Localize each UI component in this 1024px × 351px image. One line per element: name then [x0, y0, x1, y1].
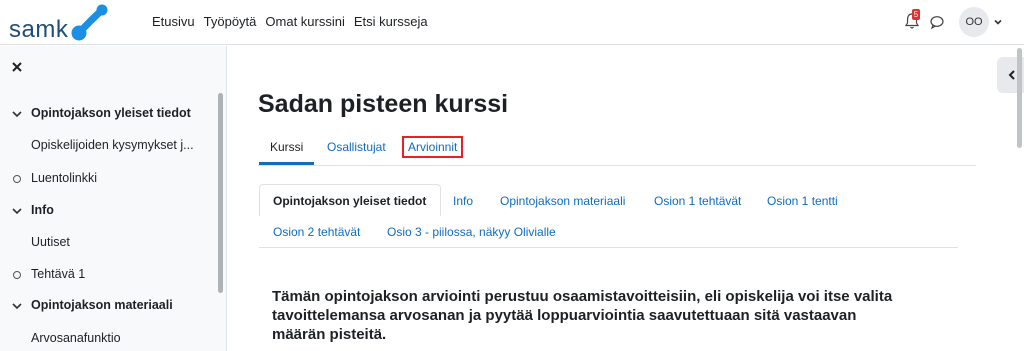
page-scrollbar[interactable] [1017, 48, 1022, 148]
drawer-item-kysymykset[interactable]: Opiskelijoiden kysymykset j... [0, 138, 194, 152]
tab-osion-1-tehtavat[interactable]: Osion 1 tehtävät [654, 194, 741, 208]
chevron-down-icon[interactable] [11, 206, 23, 216]
logo-text: samk [9, 16, 69, 43]
drawer-scrollbar[interactable] [218, 93, 223, 293]
tab-info[interactable]: Info [453, 194, 473, 208]
tab-osion-2-tehtavat[interactable]: Osion 2 tehtävät [273, 225, 360, 239]
drawer-item-arvosanafunktio[interactable]: Arvosanafunktio [0, 331, 121, 345]
course-summary-text: Tämän opintojakson arviointi perustuu os… [272, 288, 893, 343]
chevron-down-icon[interactable] [11, 109, 23, 119]
drawer-item-label: Arvosanafunktio [31, 331, 121, 345]
page-title: Sadan pisteen kurssi [258, 90, 509, 118]
secondary-navigation: Kurssi Osallistujat Arvioinnit [258, 130, 976, 166]
site-logo[interactable]: samk [9, 2, 114, 43]
circle-icon [13, 174, 21, 183]
nav-link-omat-kurssini[interactable]: Omat kurssini [265, 14, 344, 29]
drawer-section-info[interactable]: Info [0, 203, 54, 217]
drawer-section-materiaali[interactable]: Opintojakson materiaali [0, 298, 173, 312]
user-avatar[interactable]: OO [959, 7, 989, 37]
tab-osion-1-tentti[interactable]: Osion 1 tentti [767, 194, 838, 208]
course-index-drawer: Opintojakson yleiset tiedot Opiskelijoid… [0, 46, 227, 351]
drawer-item-label: Opintojakson yleiset tiedot [31, 106, 191, 120]
close-icon[interactable] [11, 61, 23, 73]
notification-count-badge: 5 [912, 9, 920, 20]
drawer-item-label: Opintojakson materiaali [31, 298, 173, 312]
drawer-item-label: Info [31, 203, 54, 217]
nav-link-etusivu[interactable]: Etusivu [152, 14, 195, 29]
tab-materiaali[interactable]: Opintojakson materiaali [500, 194, 625, 208]
drawer-item-luentolinkki[interactable]: Luentolinkki [0, 171, 97, 185]
tab-osio-3[interactable]: Osio 3 - piilossa, näkyy Olivialle [387, 225, 556, 239]
chevron-down-icon[interactable] [993, 17, 1003, 27]
tab-yleiset-tiedot[interactable]: Opintojakson yleiset tiedot [273, 194, 426, 208]
chat-bubble-icon[interactable] [929, 14, 945, 30]
drawer-item-label: Uutiset [31, 235, 70, 249]
tab-kurssi[interactable]: Kurssi [258, 140, 315, 165]
circle-icon [13, 270, 21, 279]
nav-link-etsi-kursseja[interactable]: Etsi kursseja [354, 14, 428, 29]
drawer-item-label: Luentolinkki [31, 171, 98, 185]
primary-navigation: Etusivu Työpöytä Omat kurssini Etsi kurs… [152, 14, 428, 29]
drawer-section-yleiset-tiedot[interactable]: Opintojakson yleiset tiedot [0, 106, 191, 120]
nav-link-tyopoyta[interactable]: Työpöytä [204, 14, 257, 29]
tab-osallistujat[interactable]: Osallistujat [327, 140, 386, 154]
logo-mark-icon [71, 4, 108, 41]
tab-arvioinnit[interactable]: Arvioinnit [401, 136, 464, 158]
course-section-tabs: Opintojakson yleiset tiedot Info Opintoj… [259, 184, 958, 248]
drawer-item-tehtava-1[interactable]: Tehtävä 1 [0, 267, 85, 281]
drawer-item-uutiset[interactable]: Uutiset [0, 235, 70, 249]
chevron-down-icon[interactable] [11, 301, 23, 311]
top-navbar: samk Etusivu Työpöytä Omat kurssini Etsi… [0, 0, 1024, 45]
drawer-item-label: Opiskelijoiden kysymykset j... [31, 138, 194, 152]
drawer-item-label: Tehtävä 1 [31, 267, 86, 281]
